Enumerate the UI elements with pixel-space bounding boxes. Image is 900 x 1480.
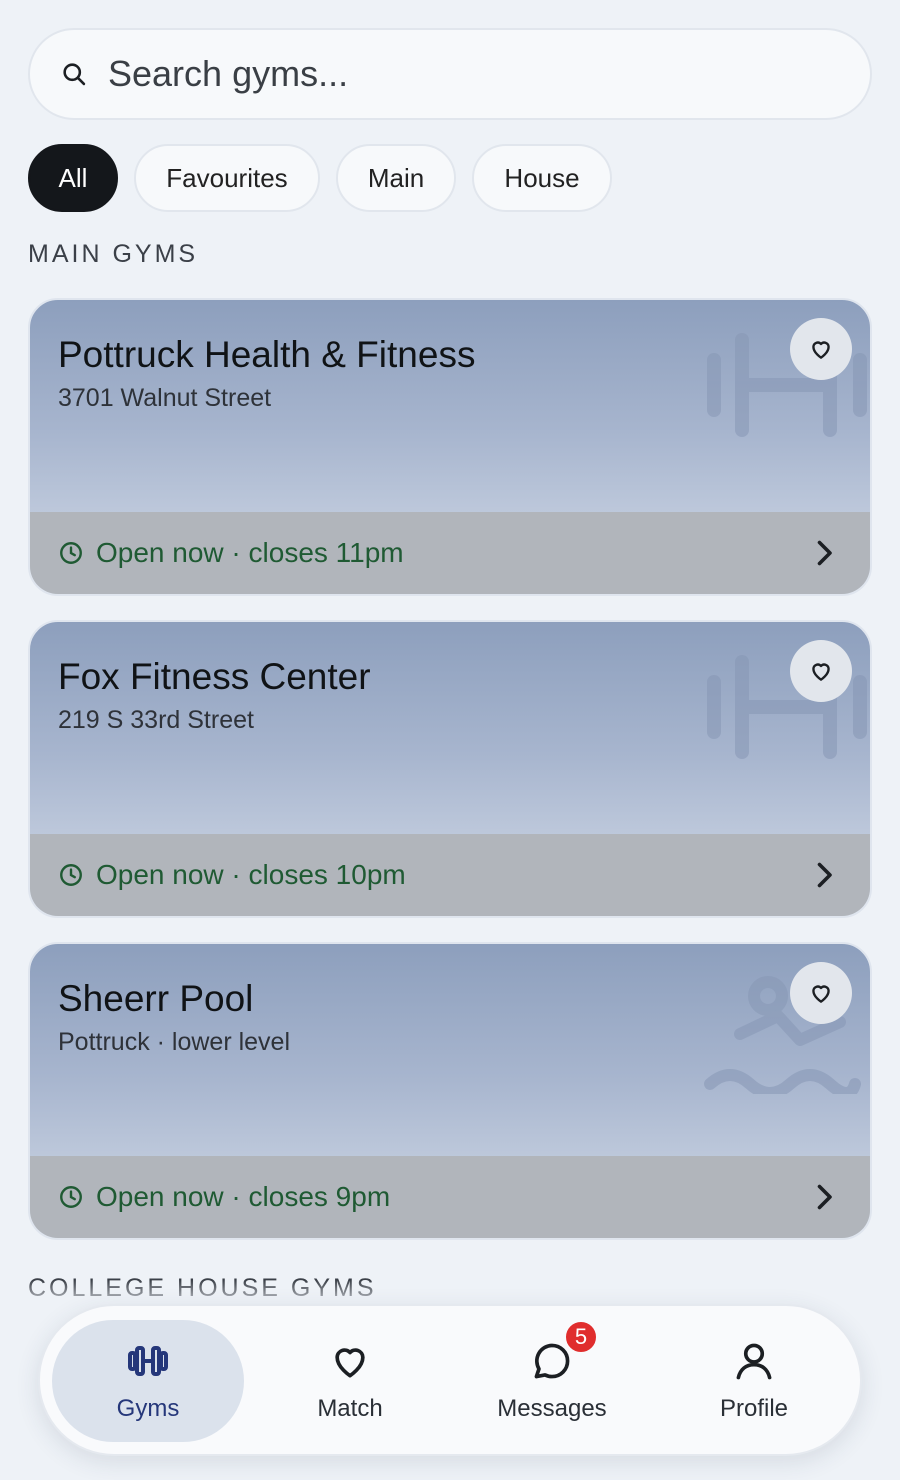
nav-item-profile[interactable]: Profile [658,1320,850,1442]
search-input[interactable] [108,53,808,95]
section-title-main: MAIN GYMS [28,240,199,268]
gym-status: Open now · closes 9pm [96,1181,391,1212]
gym-status: Open now · closes 11pm [96,537,404,568]
chevron-right-icon[interactable] [812,860,836,890]
gym-status-bar: Open now · closes 10pm [30,834,870,916]
heart-icon [812,663,830,681]
gym-status-bar: Open now · closes 11pm [30,512,870,594]
filter-chip-main[interactable]: Main [336,144,456,212]
gym-name: Sheerr Pool [58,978,254,1019]
clock-icon [60,864,82,886]
favourite-button[interactable] [790,962,852,1024]
filter-chip-favourites[interactable]: Favourites [134,144,320,212]
nav-label: Profile [719,1395,789,1422]
gym-address: 219 S 33rd Street [58,706,254,734]
nav-item-gyms[interactable]: Gyms [52,1320,244,1442]
gym-name: Pottruck Health & Fitness [58,334,476,375]
heart-icon [335,1348,365,1378]
gym-card[interactable]: Fox Fitness Center 219 S 33rd Street Ope… [28,620,872,918]
dumbbell-icon [128,1346,168,1376]
gym-address: 3701 Walnut Street [58,384,272,412]
nav-label: Match [317,1395,383,1422]
chevron-right-icon[interactable] [812,1182,836,1212]
heart-icon [812,341,830,359]
filter-chip-house[interactable]: House [472,144,612,212]
nav-label: Messages [497,1395,607,1422]
clock-icon [60,1186,82,1208]
search-icon [63,63,86,86]
gym-status-bar: Open now · closes 9pm [30,1156,870,1238]
gym-name: Fox Fitness Center [58,656,371,697]
person-icon [736,1343,772,1380]
gym-address: Pottruck · lower level [58,1028,291,1056]
nav-item-messages[interactable]: 5 Messages [456,1320,648,1442]
favourite-button[interactable] [790,318,852,380]
filter-chip-all[interactable]: All [28,144,118,212]
gym-status: Open now · closes 10pm [96,859,406,890]
chevron-right-icon[interactable] [812,538,836,568]
nav-label: Gyms [116,1395,180,1422]
unread-badge: 5 [564,1320,598,1354]
favourite-button[interactable] [790,640,852,702]
clock-icon [60,542,82,564]
nav-item-match[interactable]: Match [254,1320,446,1442]
gym-card[interactable]: Sheerr Pool Pottruck · lower level Open … [28,942,872,1240]
gym-card[interactable]: Pottruck Health & Fitness 3701 Walnut St… [28,298,872,596]
heart-icon [812,985,830,1003]
search-bar[interactable] [28,28,872,120]
filter-chips: All Favourites Main House [28,144,612,212]
bottom-nav: Gyms Match 5 Messages Profile [38,1304,862,1456]
